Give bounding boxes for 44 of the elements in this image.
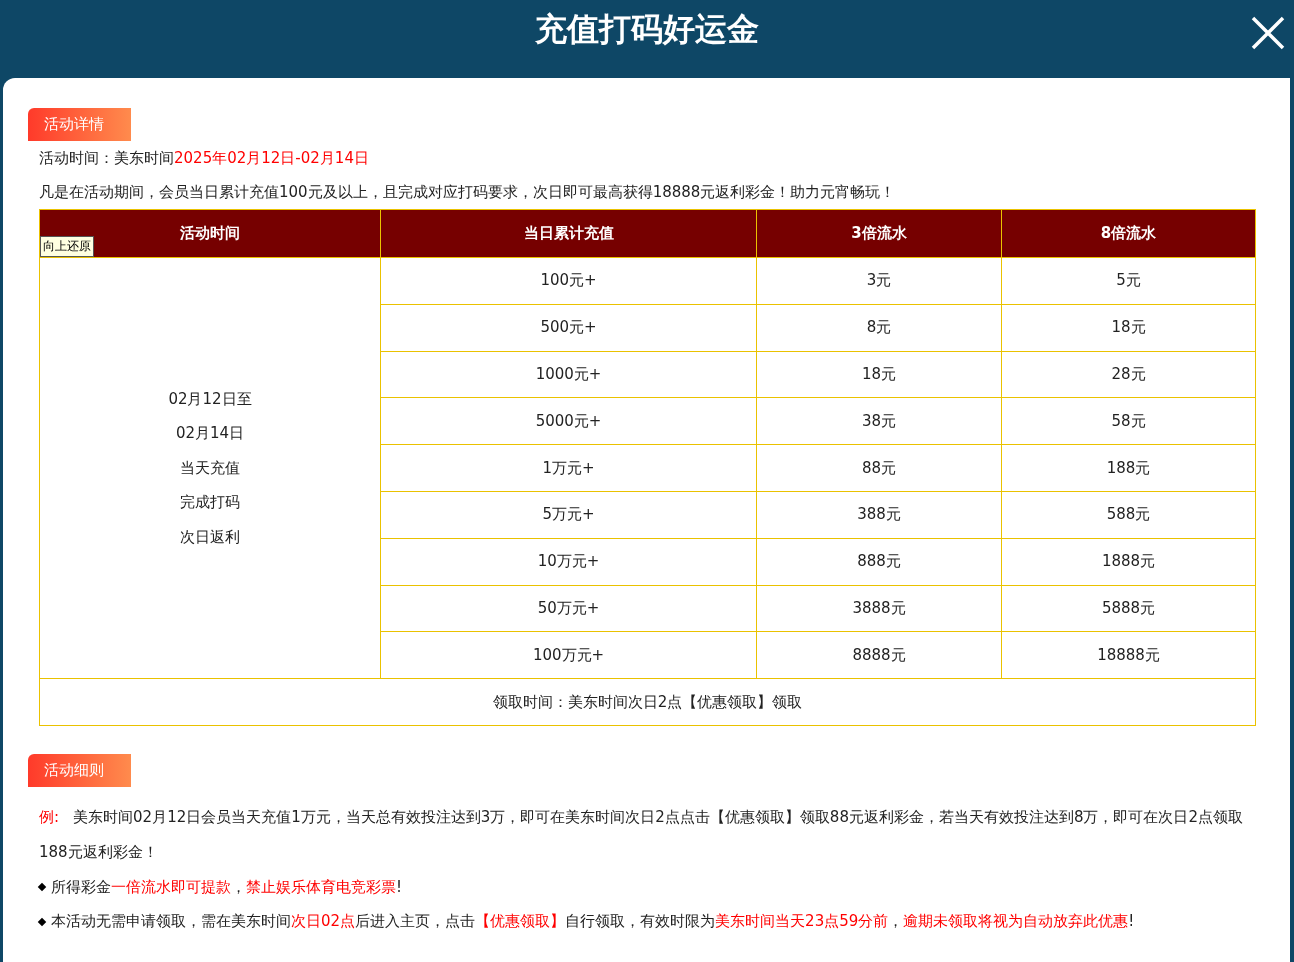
table-cell: 28元 xyxy=(1001,351,1256,398)
activity-description: 凡是在活动期间，会员当日累计充值100元及以上，且完成对应打码要求，次日即可最高获得18888元返利彩金！助力元宵畅玩！ xyxy=(38,182,897,203)
table-cell: 588元 xyxy=(1001,491,1256,539)
table-cell: 1888元 xyxy=(1001,538,1256,586)
table-cell: 58元 xyxy=(1001,397,1256,445)
table-cell: 5000元+ xyxy=(380,397,757,445)
column-header: 3倍流水 xyxy=(756,209,1002,258)
section-label: 活动细则 xyxy=(28,753,131,787)
table-cell: 18888元 xyxy=(1001,631,1256,679)
table-cell: 10万元+ xyxy=(380,538,757,586)
table-cell: 5888元 xyxy=(1001,585,1256,632)
section-label: 活动详情 xyxy=(28,108,131,141)
example-text: 例: 美东时间02月12日会员当天充值1万元，当天总有效投注达到3万，即可在美东时间次日2点点击【优惠领取】领取88元返利彩金，若当天有效投注达到8万，即可在次日2点领取188元返利彩金！ xyxy=(38,806,1245,863)
table-cell: 88元 xyxy=(756,444,1002,492)
table-cell: 3元 xyxy=(756,257,1002,305)
table-cell: 1000元+ xyxy=(380,351,757,398)
table-cell: 888元 xyxy=(756,538,1002,586)
bullet-icon xyxy=(37,883,47,892)
table-cell: 100元+ xyxy=(380,257,757,305)
table-cell: 02月12日至 02月14日 当天充值 完成打码 次日返利 xyxy=(39,257,381,679)
page-title: 充值打码好运金 xyxy=(535,9,759,50)
column-header: 8倍流水 xyxy=(1001,209,1256,258)
table-cell: 3888元 xyxy=(756,585,1002,632)
table-cell: 100万元+ xyxy=(380,631,757,679)
table-cell: 8元 xyxy=(756,304,1002,352)
activity-time: 活动时间：美东时间2025年02月12日-02月14日 xyxy=(38,148,370,169)
table-cell: 1万元+ xyxy=(380,444,757,492)
table-cell: 18元 xyxy=(1001,304,1256,352)
table-cell: 18元 xyxy=(756,351,1002,398)
close-icon[interactable] xyxy=(1251,16,1285,50)
rule-text: 本活动无需申请领取，需在美东时间次日02点后进入主页，点击【优惠领取】自行领取，有效时限为美东时间当天23点59分前，逾期未领取将视为自动放弃此优惠! xyxy=(51,911,1135,933)
table-cell: 5万元+ xyxy=(380,491,757,539)
rule-text: 所得彩金一倍流水即可提款，禁止娱乐体育电竞彩票! xyxy=(51,876,402,898)
tooltip: 向上还原 xyxy=(40,236,94,257)
table-cell: 5元 xyxy=(1001,257,1256,305)
table-cell: 领取时间：美东时间次日2点【优惠领取】领取 xyxy=(39,678,1256,726)
bullet-icon xyxy=(37,917,47,926)
table-cell: 8888元 xyxy=(756,631,1002,679)
table-cell: 38元 xyxy=(756,397,1002,445)
table-cell: 500元+ xyxy=(380,304,757,352)
table-cell: 50万元+ xyxy=(380,585,757,632)
table-cell: 188元 xyxy=(1001,444,1256,492)
column-header: 当日累计充值 xyxy=(380,209,757,258)
table-cell: 388元 xyxy=(756,491,1002,539)
